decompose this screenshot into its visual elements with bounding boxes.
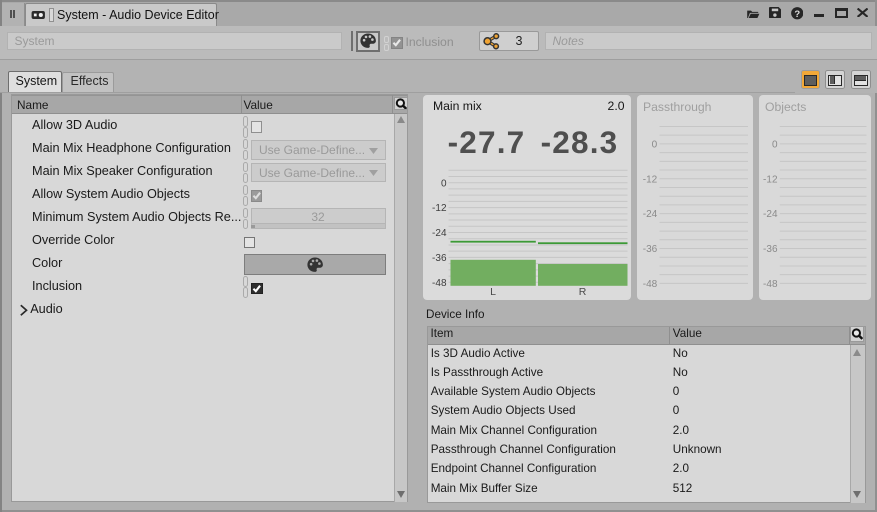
svg-text:-12: -12 — [643, 174, 658, 185]
svg-text:L: L — [490, 286, 496, 298]
svg-text:?: ? — [794, 9, 800, 20]
svg-text:0: 0 — [441, 178, 447, 189]
svg-text:R: R — [579, 286, 587, 298]
svg-text:0: 0 — [772, 140, 778, 151]
svg-text:-48: -48 — [432, 278, 447, 289]
svg-text:-24: -24 — [432, 228, 447, 239]
svg-text:-36: -36 — [432, 253, 447, 264]
svg-text:-24: -24 — [763, 209, 778, 220]
svg-text:-36: -36 — [763, 244, 778, 255]
svg-text:0: 0 — [652, 140, 658, 151]
svg-text:-48: -48 — [643, 279, 658, 290]
svg-text:-24: -24 — [643, 209, 658, 220]
svg-text:-12: -12 — [763, 174, 778, 185]
svg-text:-36: -36 — [643, 244, 658, 255]
svg-text:-12: -12 — [432, 203, 447, 214]
svg-text:-48: -48 — [763, 279, 778, 290]
